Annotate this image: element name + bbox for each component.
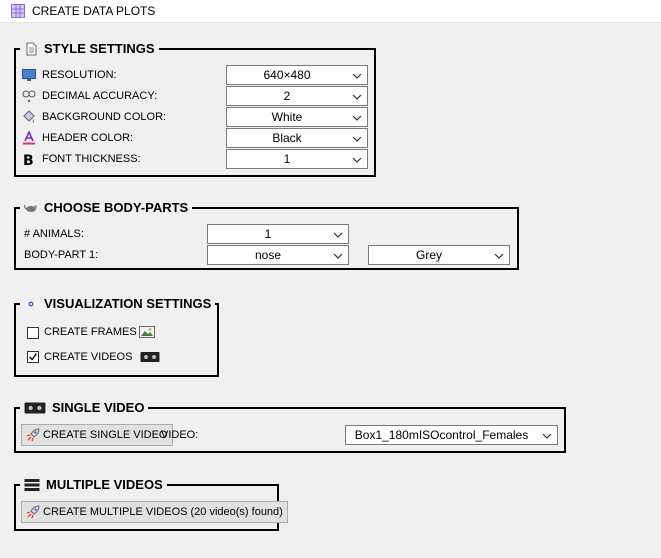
resolution-value: 640×480 <box>263 68 311 82</box>
decimal-accuracy-label: DECIMAL ACCURACY: <box>42 90 158 102</box>
eye-icon <box>28 301 34 307</box>
header-color-dropdown[interactable]: Black <box>226 128 368 148</box>
image-icon <box>138 326 155 338</box>
animals-label: # ANIMALS: <box>24 228 84 240</box>
create-videos-checkbox[interactable] <box>27 351 39 363</box>
resolution-dropdown[interactable]: 640×480 <box>226 65 368 85</box>
bold-icon: B <box>23 153 34 166</box>
body-parts-title: CHOOSE BODY-PARTS <box>44 200 189 215</box>
background-color-label-row: BACKGROUND COLOR: <box>22 108 166 126</box>
decimal-accuracy-value: 2 <box>283 89 291 103</box>
video-stack-icon <box>24 479 40 491</box>
resolution-label: RESOLUTION: <box>42 69 117 81</box>
create-multiple-videos-button[interactable]: CREATE MULTIPLE VIDEOS (20 video(s) foun… <box>21 501 288 523</box>
rocket-icon <box>26 428 40 442</box>
video-cassette-icon <box>24 402 46 414</box>
decimal-accuracy-dropdown[interactable]: 2 <box>226 86 368 106</box>
multiple-videos-title: MULTIPLE VIDEOS <box>46 477 163 492</box>
multiple-videos-legend: MULTIPLE VIDEOS <box>20 477 167 493</box>
background-color-dropdown[interactable]: White <box>226 107 368 127</box>
mouse-icon <box>24 204 38 212</box>
create-multiple-videos-label: CREATE MULTIPLE VIDEOS (20 video(s) foun… <box>43 506 283 518</box>
chevron-down-icon <box>352 115 362 121</box>
animals-value: 1 <box>264 227 272 241</box>
body-part-1-value: nose <box>254 248 282 262</box>
header-color-label-row: HEADER COLOR: <box>22 129 133 147</box>
create-videos-label: CREATE VIDEOS <box>44 351 133 363</box>
title-bar: CREATE DATA PLOTS <box>0 0 661 23</box>
header-color-value: Black <box>272 131 302 145</box>
body-parts-legend: CHOOSE BODY-PARTS <box>20 200 193 216</box>
header-color-label: HEADER COLOR: <box>42 132 134 144</box>
create-frames-row: CREATE FRAMES <box>44 323 155 341</box>
video-select-value: Box1_180mISOcontrol_Females <box>354 428 529 442</box>
document-icon <box>26 42 37 56</box>
create-frames-checkbox[interactable] <box>27 327 39 339</box>
grid-table-icon <box>11 4 25 18</box>
window-title: CREATE DATA PLOTS <box>32 4 156 18</box>
background-color-label: BACKGROUND COLOR: <box>42 111 167 123</box>
chevron-down-icon <box>494 253 504 259</box>
body-part-1-label: BODY-PART 1: <box>24 249 99 261</box>
style-settings-title: STYLE SETTINGS <box>44 41 155 56</box>
rocket-icon <box>26 505 40 519</box>
create-videos-row: CREATE VIDEOS <box>44 348 160 366</box>
checkmark-icon <box>29 353 37 361</box>
chevron-down-icon <box>352 136 362 142</box>
single-video-title: SINGLE VIDEO <box>52 400 145 415</box>
video-label: VIDEO: <box>161 429 199 441</box>
font-thickness-label-row: B FONT THICKNESS: <box>22 150 141 168</box>
chevron-down-icon <box>542 433 552 439</box>
visualization-legend: VISUALIZATION SETTINGS <box>20 296 216 312</box>
animals-dropdown[interactable]: 1 <box>207 224 349 244</box>
decimal-icon <box>22 90 36 103</box>
background-color-value: White <box>271 110 303 124</box>
resolution-label-row: RESOLUTION: <box>22 66 117 84</box>
style-settings-legend: STYLE SETTINGS <box>20 41 159 57</box>
chevron-down-icon <box>352 73 362 79</box>
chevron-down-icon <box>352 157 362 163</box>
decimal-label-row: DECIMAL ACCURACY: <box>22 87 157 105</box>
font-thickness-label: FONT THICKNESS: <box>42 153 141 165</box>
chevron-down-icon <box>333 253 343 259</box>
create-frames-label: CREATE FRAMES <box>44 326 137 338</box>
chevron-down-icon <box>333 232 343 238</box>
visualization-title: VISUALIZATION SETTINGS <box>44 296 212 311</box>
chevron-down-icon <box>352 94 362 100</box>
font-color-icon <box>23 131 35 145</box>
font-thickness-dropdown[interactable]: 1 <box>226 149 368 169</box>
paint-bucket-icon <box>23 110 35 123</box>
body-part-1-dropdown[interactable]: nose <box>207 245 349 265</box>
monitor-icon <box>22 69 36 81</box>
video-cassette-icon <box>140 352 160 362</box>
font-thickness-value: 1 <box>283 152 291 166</box>
create-single-video-button[interactable]: CREATE SINGLE VIDEO <box>21 424 173 446</box>
single-video-legend: SINGLE VIDEO <box>20 400 149 416</box>
body-part-1-color-value: Grey <box>415 248 442 262</box>
svg-text:B: B <box>23 153 34 166</box>
body-part-1-color-dropdown[interactable]: Grey <box>368 245 510 265</box>
create-single-video-label: CREATE SINGLE VIDEO <box>43 429 168 441</box>
video-select-dropdown[interactable]: Box1_180mISOcontrol_Females <box>345 425 558 445</box>
